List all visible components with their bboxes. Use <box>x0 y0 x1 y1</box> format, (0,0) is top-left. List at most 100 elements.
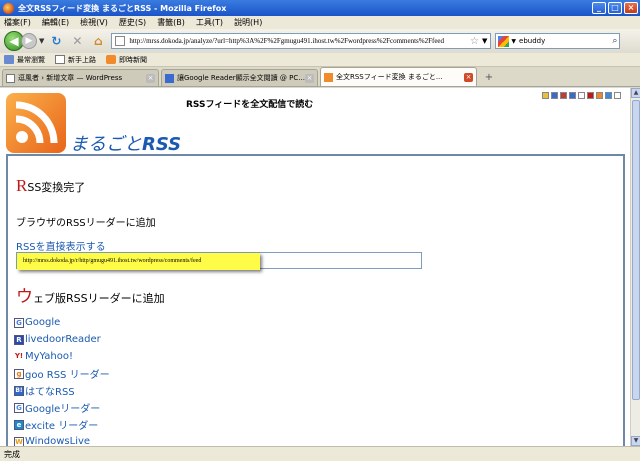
bookmark-most-visited[interactable]: 最常瀏覽 <box>4 55 45 65</box>
window-title: 全文RSSフィード変換 まるごとRSS - Mozilla Firefox <box>18 3 227 13</box>
bookmarks-toolbar: 最常瀏覽 新手上路 即時新聞 <box>0 53 640 67</box>
search-icon[interactable]: ⌕ <box>612 36 617 46</box>
scroll-thumb[interactable] <box>632 100 640 400</box>
status-bar: 完成 <box>0 446 640 461</box>
menu-history[interactable]: 歷史(S) <box>119 17 146 28</box>
menu-view[interactable]: 檢視(V) <box>80 17 108 28</box>
share-icon[interactable] <box>605 92 612 99</box>
tab-marugoto-rss[interactable]: 全文RSSフィード変換 まるごと... × <box>320 67 477 86</box>
browser-reader-label: ブラウザのRSSリーダーに追加 <box>16 218 156 229</box>
history-dropdown-icon[interactable]: ▼ <box>39 37 44 45</box>
site-name-en: RSS <box>142 134 182 155</box>
menu-help[interactable]: 說明(H) <box>234 17 262 28</box>
share-icon[interactable] <box>614 92 621 99</box>
reader-link[interactable]: excite リーダー <box>25 417 98 432</box>
engine-dropdown-icon[interactable]: ▼ <box>511 38 516 45</box>
status-text: 完成 <box>4 449 20 459</box>
tab-label: 讓Google Reader顯示全文閱讀 @ PC... <box>177 74 305 82</box>
maximize-button[interactable]: □ <box>608 2 622 14</box>
url-dropdown-icon[interactable]: ▼ <box>482 37 487 45</box>
rss-logo-icon <box>6 93 66 153</box>
page-favicon-icon <box>115 36 126 46</box>
share-icon[interactable] <box>587 92 594 99</box>
feed-url-highlight[interactable]: http://mrss.dokoda.jp/r/http/gmugu491.ih… <box>17 253 260 270</box>
search-engine-icon[interactable] <box>498 35 510 47</box>
google-icon: G <box>14 317 24 328</box>
search-input[interactable]: ebuddy <box>519 37 612 45</box>
goo-icon: g <box>14 368 24 379</box>
reader-google-reader[interactable]: G Googleリーダー <box>14 400 110 415</box>
tab-close-icon[interactable]: × <box>464 72 473 82</box>
share-icon[interactable] <box>551 92 558 99</box>
reader-link[interactable]: livedoorReader <box>25 334 101 345</box>
share-icon[interactable] <box>596 92 603 99</box>
reader-google[interactable]: G Google <box>14 316 110 329</box>
hatena-icon: B! <box>14 385 24 396</box>
reader-link[interactable]: はてなRSS <box>25 383 75 398</box>
menu-bookmarks[interactable]: 書籤(B) <box>157 17 185 28</box>
url-text[interactable]: http://mrss.dokoda.jp/analyze/?url=http%… <box>129 37 467 45</box>
web-reader-heading: ウェブ版RSSリーダーに追加 <box>16 282 165 307</box>
reader-link[interactable]: goo RSS リーダー <box>25 366 110 381</box>
result-panel: RSS変換完了 ブラウザのRSSリーダーに追加 RSSを直接表示する http:… <box>6 154 625 446</box>
tab-bar: 逗風者 › 新增文章 — WordPress × 讓Google Reader顯… <box>0 67 640 87</box>
bookmark-latest-news[interactable]: 即時新聞 <box>106 55 147 65</box>
reader-hatena[interactable]: B! はてなRSS <box>14 383 110 398</box>
close-button[interactable]: × <box>624 2 638 14</box>
reader-myyahoo[interactable]: Y! MyYahoo! <box>14 350 110 363</box>
feed-url-field[interactable]: http://mrss.dokoda.jp/r/http/gmugu491.ih… <box>16 252 422 270</box>
share-icon[interactable] <box>542 92 549 99</box>
direct-rss-link[interactable]: RSSを直接表示する <box>16 238 106 253</box>
stop-icon[interactable]: ✕ <box>69 33 85 49</box>
reader-windows-live[interactable]: W WindowsLive <box>14 435 110 446</box>
share-icon[interactable] <box>560 92 567 99</box>
new-tab-button[interactable]: + <box>479 70 499 86</box>
address-bar[interactable]: http://mrss.dokoda.jp/analyze/?url=http%… <box>111 33 492 49</box>
bookmark-label: 即時新聞 <box>119 55 147 64</box>
heading-initial: R <box>16 176 28 195</box>
scroll-down-icon[interactable]: ▼ <box>631 436 640 446</box>
tab-favicon-icon <box>165 73 174 83</box>
heading-text: SS変換完了 <box>27 181 86 194</box>
vertical-scrollbar[interactable]: ▲ ▼ <box>630 88 640 446</box>
tab-favicon-icon <box>6 73 15 83</box>
share-icon[interactable] <box>578 92 585 99</box>
search-bar[interactable]: ▼ ebuddy ⌕ <box>495 33 621 49</box>
tab-wordpress[interactable]: 逗風者 › 新增文章 — WordPress × <box>2 69 159 86</box>
page-icon <box>55 55 65 64</box>
bookmark-getting-started[interactable]: 新手上路 <box>55 55 96 65</box>
reader-link[interactable]: WindowsLive <box>25 436 90 446</box>
reader-link[interactable]: Googleリーダー <box>25 400 100 415</box>
menu-edit[interactable]: 編輯(E) <box>42 17 69 28</box>
bookmark-star-icon[interactable]: ☆ <box>470 36 479 47</box>
site-header: まるごとRSS RSSフィードを全文配信で読む <box>0 88 630 156</box>
tab-close-icon[interactable]: × <box>305 73 314 83</box>
page-content: まるごとRSS RSSフィードを全文配信で読む RSS変換完了 ブラウザのRSS… <box>0 88 630 446</box>
share-icon[interactable] <box>569 92 576 99</box>
menu-bar: 檔案(F) 編輯(E) 檢視(V) 歷史(S) 書籤(B) 工具(T) 說明(H… <box>0 16 640 29</box>
reader-goo[interactable]: g goo RSS リーダー <box>14 366 110 381</box>
tab-favicon-icon <box>324 72 333 82</box>
reader-link[interactable]: Google <box>25 317 60 328</box>
forward-button[interactable]: ▶ <box>21 33 37 49</box>
tab-google-reader[interactable]: 讓Google Reader顯示全文閱讀 @ PC... × <box>161 69 318 86</box>
bookmark-label: 新手上路 <box>68 55 96 64</box>
navigation-toolbar: ◀ ▶ ▼ ↻ ✕ ⌂ http://mrss.dokoda.jp/analyz… <box>0 29 640 53</box>
site-name-ja: まるごと <box>70 134 142 155</box>
reader-livedoor[interactable]: R livedoorReader <box>14 333 110 346</box>
reader-link[interactable]: MyYahoo! <box>25 351 73 362</box>
site-name[interactable]: まるごとRSS <box>70 130 181 156</box>
tab-label: 全文RSSフィード変換 まるごと... <box>336 73 443 81</box>
reload-icon[interactable]: ↻ <box>48 33 64 49</box>
firefox-icon <box>3 2 14 14</box>
reader-excite[interactable]: e excite リーダー <box>14 417 110 432</box>
bookmark-label: 最常瀏覽 <box>17 55 45 64</box>
social-bookmark-icons <box>542 92 623 99</box>
scroll-up-icon[interactable]: ▲ <box>631 88 640 98</box>
minimize-button[interactable]: _ <box>592 2 606 14</box>
menu-tools[interactable]: 工具(T) <box>196 17 223 28</box>
google-reader-icon: G <box>14 402 24 413</box>
menu-file[interactable]: 檔案(F) <box>4 17 31 28</box>
tab-close-icon[interactable]: × <box>146 73 155 83</box>
home-icon[interactable]: ⌂ <box>90 33 106 49</box>
